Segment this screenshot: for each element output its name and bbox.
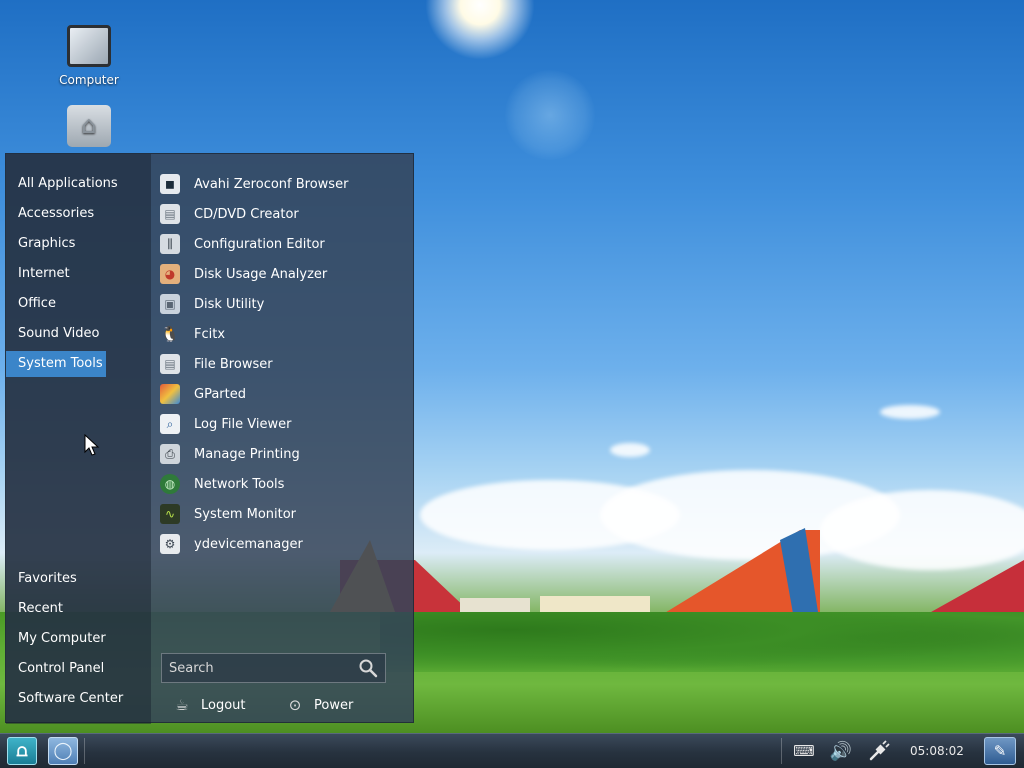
log-viewer-icon: ⌕: [160, 414, 180, 434]
disc-burner-icon: ▤: [160, 204, 180, 224]
place-favorites[interactable]: Favorites: [6, 566, 151, 592]
printer-icon: ⎙: [160, 444, 180, 464]
network-plug-icon[interactable]: [868, 740, 890, 762]
mouse-pointer-icon: [84, 434, 100, 456]
place-recent[interactable]: Recent: [6, 596, 151, 622]
desktop-icon-computer[interactable]: Computer: [39, 25, 139, 87]
app-label: File Browser: [194, 356, 273, 372]
startos-logo-icon: ⩍: [16, 741, 28, 761]
browser-launcher[interactable]: ◯: [48, 737, 78, 765]
logout-icon: ☕: [175, 696, 189, 714]
app-item[interactable]: ▤ CD/DVD Creator: [158, 201, 408, 227]
keyboard-icon[interactable]: ⌨: [793, 740, 815, 762]
app-label: Log File Viewer: [194, 416, 292, 432]
app-label: Network Tools: [194, 476, 285, 492]
app-item[interactable]: ⌕ Log File Viewer: [158, 411, 408, 437]
network-browser-icon: ◼: [160, 174, 180, 194]
app-item[interactable]: ▣ Disk Utility: [158, 291, 408, 317]
app-label: Disk Usage Analyzer: [194, 266, 328, 282]
category-internet[interactable]: Internet: [6, 261, 151, 287]
power-button[interactable]: ⊙ Power: [284, 692, 354, 718]
power-label: Power: [314, 697, 354, 713]
start-menu-button[interactable]: ⩍: [7, 737, 37, 765]
desktop-icon-home[interactable]: [39, 105, 139, 153]
app-item[interactable]: ◍ Network Tools: [158, 471, 408, 497]
category-all-applications[interactable]: All Applications: [6, 171, 151, 197]
search-input[interactable]: [162, 660, 355, 676]
app-label: Avahi Zeroconf Browser: [194, 176, 349, 192]
app-item[interactable]: ▤ File Browser: [158, 351, 408, 377]
start-menu: All Applications Accessories Graphics In…: [5, 153, 414, 724]
file-cabinet-icon: ▤: [160, 354, 180, 374]
taskbar: ⩍ ◯ ⌨ 🔊 05:08:02 ✎: [0, 733, 1024, 768]
app-item[interactable]: ⫼ Configuration Editor: [158, 231, 408, 257]
category-sound-video[interactable]: Sound Video: [6, 321, 151, 347]
app-label: Fcitx: [194, 326, 226, 342]
browser-icon: ◯: [53, 741, 73, 761]
hard-disk-icon: ▣: [160, 294, 180, 314]
app-item[interactable]: ◕ Disk Usage Analyzer: [158, 261, 408, 287]
app-label: System Monitor: [194, 506, 297, 522]
logout-button[interactable]: ☕ Logout: [171, 692, 246, 718]
sliders-icon: ⫼: [160, 234, 180, 254]
taskbar-separator: [781, 738, 782, 764]
clock[interactable]: 05:08:02: [910, 734, 964, 768]
category-graphics[interactable]: Graphics: [6, 231, 151, 257]
place-control-panel[interactable]: Control Panel: [6, 656, 151, 682]
app-item[interactable]: ∿ System Monitor: [158, 501, 408, 527]
category-system-tools[interactable]: System Tools: [6, 351, 106, 377]
category-office[interactable]: Office: [6, 291, 151, 317]
pen-icon: ✎: [993, 742, 1007, 760]
app-label: CD/DVD Creator: [194, 206, 299, 222]
device-manager-icon: ⚙: [160, 534, 180, 554]
app-label: Disk Utility: [194, 296, 265, 312]
app-label: ydevicemanager: [194, 536, 303, 552]
computer-icon: [67, 25, 111, 67]
app-item[interactable]: ⎙ Manage Printing: [158, 441, 408, 467]
home-folder-icon: [67, 105, 111, 147]
logout-label: Logout: [201, 697, 246, 713]
activity-monitor-icon: ∿: [160, 504, 180, 524]
app-label: Configuration Editor: [194, 236, 325, 252]
power-icon: ⊙: [288, 696, 302, 714]
place-software-center[interactable]: Software Center: [6, 686, 151, 712]
pie-chart-icon: ◕: [160, 264, 180, 284]
partition-icon: [160, 384, 180, 404]
app-item[interactable]: GParted: [158, 381, 408, 407]
desktop-icon-label: Computer: [59, 73, 119, 87]
app-label: GParted: [194, 386, 246, 402]
category-accessories[interactable]: Accessories: [6, 201, 151, 227]
hedge: [380, 612, 1024, 672]
taskbar-separator: [84, 738, 85, 764]
volume-icon[interactable]: 🔊: [830, 740, 852, 762]
search-icon[interactable]: [355, 655, 381, 681]
show-desktop-button[interactable]: ✎: [984, 737, 1016, 765]
app-item[interactable]: 🐧 Fcitx: [158, 321, 408, 347]
app-item[interactable]: ⚙ ydevicemanager: [158, 531, 408, 557]
app-item[interactable]: ◼ Avahi Zeroconf Browser: [158, 171, 408, 197]
search-box[interactable]: [161, 653, 386, 683]
penguin-icon: 🐧: [160, 325, 180, 343]
app-label: Manage Printing: [194, 446, 300, 462]
globe-icon: ◍: [160, 474, 180, 494]
place-my-computer[interactable]: My Computer: [6, 626, 151, 652]
